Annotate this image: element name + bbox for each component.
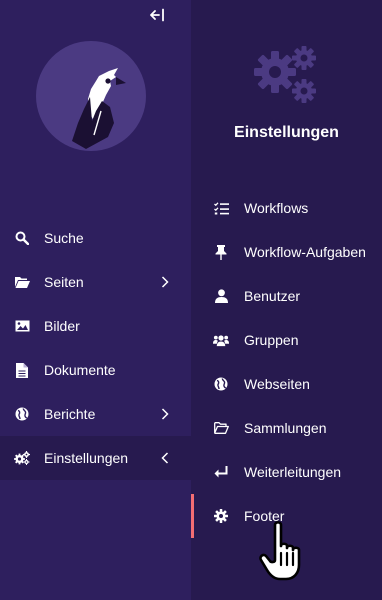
folder-open-icon [14,274,30,290]
submenu-item-label: Benutzer [244,288,301,304]
arrow-left-to-bar-icon [150,8,164,22]
submenu-item-label: Weiterleitungen [244,464,342,480]
sidebar-item-bilder[interactable]: Bilder [0,304,191,348]
document-icon [14,362,30,378]
thumbtack-icon [213,244,229,260]
sidebar-item-dokumente[interactable]: Dokumente [0,348,191,392]
submenu-item-workflows[interactable]: Workflows [191,186,382,230]
sidebar-item-label: Berichte [44,406,96,422]
user-icon [213,288,229,304]
sidebar-item-seiten[interactable]: Seiten [0,260,191,304]
users-icon [213,332,229,348]
submenu-item-label: Workflows [244,200,309,216]
submenu-item-weiterleitungen[interactable]: Weiterleitungen [191,450,382,494]
sidebar-item-label: Seiten [44,274,84,290]
redirect-arrow-icon [213,464,229,480]
submenu-item-benutzer[interactable]: Benutzer [191,274,382,318]
chevron-right-icon [159,408,171,420]
sidebar-item-suche[interactable]: Suche [0,216,191,260]
gear-icon [213,508,229,524]
submenu-item-sammlungen[interactable]: Sammlungen [191,406,382,450]
folder-open-icon [213,420,229,436]
sidebar-item-label: Dokumente [44,362,116,378]
hand-pointer-cursor-icon [259,521,301,581]
sidebar-item-label: Bilder [44,318,80,334]
image-icon [14,318,30,334]
globe-icon [213,376,229,392]
submenu-item-label: Webseiten [244,376,310,392]
submenu-item-label: Sammlungen [244,420,327,436]
sidebar-item-label: Suche [44,230,84,246]
collapse-sidebar-button[interactable] [147,5,169,25]
submenu-item-workflow-aufgaben[interactable]: Workflow-Aufgaben [191,230,382,274]
logo[interactable] [36,41,146,151]
submenu-item-gruppen[interactable]: Gruppen [191,318,382,362]
globe-icon [14,406,30,422]
search-icon [14,230,30,246]
sidebar-item-label: Einstellungen [44,450,129,466]
submenu-title: Einstellungen [234,124,339,141]
cogs-icon [14,450,30,466]
cogs-icon [253,46,316,103]
tasks-icon [213,200,229,216]
submenu-item-webseiten[interactable]: Webseiten [191,362,382,406]
sidebar-item-berichte[interactable]: Berichte [0,392,191,436]
chevron-right-icon [159,276,171,288]
sidebar-item-einstellungen[interactable]: Einstellungen [0,436,191,480]
chevron-left-icon [159,452,171,464]
submenu-header-icon [191,44,382,111]
submenu-list: Workflows Workflow-Aufgaben Benutzer Gru… [191,186,382,538]
settings-submenu: Einstellungen Workflows Workflow-Aufgabe… [191,0,382,600]
submenu-item-label: Workflow-Aufgaben [244,244,366,260]
sidebar: Suche Seiten Bilder Dokumente Berichte E… [0,0,191,600]
submenu-item-label: Gruppen [244,332,299,348]
bird-logo [72,68,126,149]
main-menu: Suche Seiten Bilder Dokumente Berichte E… [0,216,191,480]
